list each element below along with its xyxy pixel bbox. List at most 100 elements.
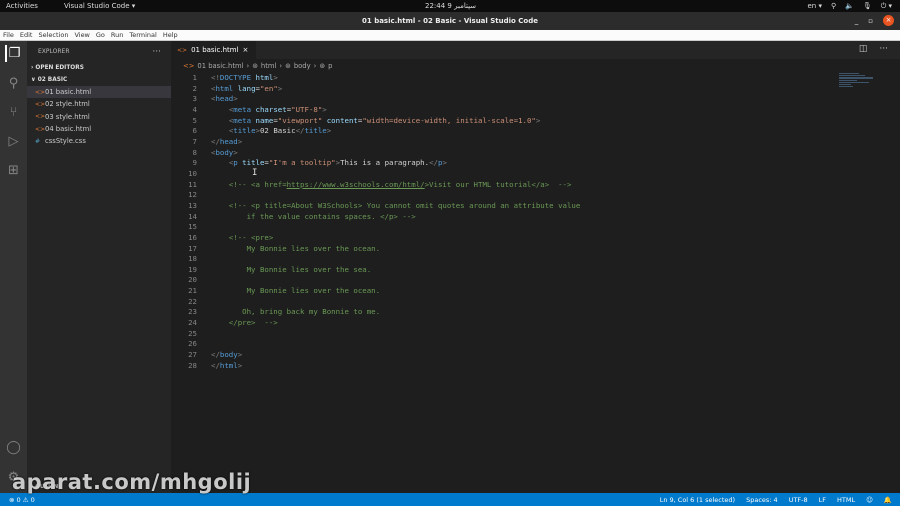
code-line[interactable]: 16 <!-- <pre> — [171, 233, 831, 244]
volume-icon[interactable]: 🔈 — [845, 2, 854, 11]
restore-button[interactable]: ▫ — [868, 17, 873, 25]
code-line[interactable]: 24 </pre> --> — [171, 318, 831, 329]
menu-run[interactable]: Run — [111, 31, 123, 39]
code-line[interactable]: 25 — [171, 329, 831, 340]
feedback-icon[interactable]: ☺ — [866, 496, 873, 504]
code-line[interactable]: 3 <head> — [171, 94, 831, 105]
code-line[interactable]: 11 <!-- <a href=https://www.w3schools.co… — [171, 180, 831, 191]
file-item[interactable]: <> 03 style.html — [27, 111, 171, 123]
code-token: > — [322, 104, 327, 114]
open-editors-section[interactable]: › OPEN EDITORS — [27, 62, 171, 74]
code-line[interactable]: 5 <meta name="viewport" content="width=d… — [171, 116, 831, 127]
code-token: > — [233, 94, 238, 104]
code-line[interactable]: 21 My Bonnie lies over the ocean. — [171, 286, 831, 297]
indentation[interactable]: Spaces: 4 — [746, 496, 778, 504]
end-of-line[interactable]: LF — [819, 496, 826, 504]
menu-go[interactable]: Go — [96, 31, 105, 39]
code-line[interactable]: 15 — [171, 222, 831, 233]
code-line[interactable]: 22 — [171, 297, 831, 308]
minimap[interactable] — [839, 73, 879, 103]
code-line[interactable]: 8 <body> — [171, 148, 831, 159]
code-line[interactable]: 13 <!-- <p title=About W3Schools> You ca… — [171, 201, 831, 212]
code-line[interactable]: 4 <meta charset="UTF-8"> — [171, 105, 831, 116]
code-line[interactable]: 27 </body> — [171, 350, 831, 361]
breadcrumb-item[interactable]: html — [261, 62, 276, 70]
code-line[interactable]: 19 My Bonnie lies over the sea. — [171, 265, 831, 276]
account-icon[interactable]: ◯ — [5, 439, 22, 456]
file-item[interactable]: <> 04 basic.html — [27, 123, 171, 135]
problems-indicator[interactable]: ⊗ 0 ⚠ 0 — [9, 496, 35, 504]
menu-terminal[interactable]: Terminal — [129, 31, 156, 39]
code-token: content — [322, 115, 358, 125]
code-token: "I'm a tooltip" — [268, 158, 336, 168]
code-line[interactable]: 26 — [171, 339, 831, 350]
power-icon[interactable]: ⏻ ▾ — [881, 2, 892, 11]
extensions-icon[interactable]: ⊞ — [5, 162, 22, 179]
menu-edit[interactable]: Edit — [20, 31, 33, 39]
encoding[interactable]: UTF-8 — [789, 496, 808, 504]
code-line[interactable]: 14 if the value contains spaces. </p> --… — [171, 212, 831, 223]
microphone-icon[interactable]: 🎙 — [863, 2, 872, 11]
breadcrumb-item[interactable]: 01 basic.html — [197, 62, 243, 70]
system-top-bar: Activities Visual Studio Code ▾ 22:44 سپ… — [0, 0, 900, 12]
breadcrumb-item[interactable]: body — [294, 62, 311, 70]
language-indicator[interactable]: en ▾ — [807, 2, 821, 11]
code-line[interactable]: 28 </html> — [171, 361, 831, 372]
explorer-icon[interactable]: ❐ — [5, 45, 22, 62]
close-window-button[interactable]: × — [883, 15, 894, 26]
editor-more-button[interactable]: ··· — [879, 44, 888, 54]
code-editor[interactable]: 1 <!DOCTYPE html> 2 <html lang="en"> 3 <head>… — [171, 73, 831, 371]
search-icon[interactable]: ⚲ — [5, 75, 22, 92]
tab-01-basic-html[interactable]: <> 01 basic.html × — [171, 41, 257, 59]
folder-section[interactable]: ∨ 02 BASIC — [27, 74, 171, 86]
notifications-bell-icon[interactable]: 🔔 — [884, 496, 892, 504]
code-token: > — [277, 83, 283, 93]
activity-bar: ❐ ⚲ ⑂ ▷ ⊞ ◯ ⚙ — [0, 41, 27, 493]
app-menu[interactable]: Visual Studio Code ▾ — [64, 2, 135, 10]
clock[interactable]: 22:44 سپتامبر 9 — [425, 2, 476, 10]
menu-help[interactable]: Help — [163, 31, 178, 39]
code-line[interactable]: 10 — [171, 169, 831, 180]
menu-file[interactable]: File — [3, 31, 14, 39]
line-text — [197, 339, 211, 350]
run-debug-icon[interactable]: ▷ — [5, 133, 22, 150]
line-text: <!DOCTYPE html> — [197, 73, 278, 84]
code-line[interactable]: 20 — [171, 275, 831, 286]
element-icon: ⊛ — [285, 62, 291, 70]
menu-view[interactable]: View — [74, 31, 89, 39]
source-control-icon[interactable]: ⑂ — [5, 104, 22, 121]
breadcrumb-item[interactable]: p — [328, 62, 332, 70]
line-text: if the value contains spaces. </p> --> — [197, 212, 416, 223]
code-line[interactable]: 23 Oh, bring back my Bonnie to me. — [171, 307, 831, 318]
network-icon[interactable]: ⚲ — [831, 2, 836, 11]
line-text: <head> — [197, 94, 238, 105]
language-mode[interactable]: HTML — [837, 496, 855, 504]
file-item[interactable]: <> 01 basic.html — [27, 86, 171, 99]
code-line[interactable]: 17 My Bonnie lies over the ocean. — [171, 244, 831, 255]
split-editor-icon[interactable]: ◫ — [859, 44, 868, 54]
code-line[interactable]: 9 <p title="I'm a tooltip">This is a par… — [171, 158, 831, 169]
line-number: 28 — [188, 360, 197, 370]
minimize-button[interactable]: _ — [855, 17, 859, 25]
activities-button[interactable]: Activities — [6, 2, 38, 10]
file-item[interactable]: # cssStyle.css — [27, 135, 171, 147]
line-number: 25 — [188, 328, 197, 338]
code-line[interactable]: 12 — [171, 190, 831, 201]
code-line[interactable]: 7 </head> — [171, 137, 831, 148]
code-line[interactable]: 2 <html lang="en"> — [171, 84, 831, 95]
cursor-position[interactable]: Ln 9, Col 6 (1 selected) — [660, 496, 735, 504]
code-line[interactable]: 6 <title>02 Basic</title> — [171, 126, 831, 137]
code-line[interactable]: 18 — [171, 254, 831, 265]
file-item[interactable]: <> 02 style.html — [27, 98, 171, 110]
more-actions-button[interactable]: ··· — [152, 47, 161, 57]
html-file-icon: <> — [177, 46, 188, 54]
line-number: 22 — [188, 296, 197, 306]
menu-selection[interactable]: Selection — [38, 31, 68, 39]
code-line[interactable]: 1 <!DOCTYPE html> — [171, 73, 831, 84]
tab-label: 01 basic.html — [191, 46, 239, 54]
tab-close-icon[interactable]: × — [243, 46, 249, 54]
code-token: if the value contains spaces. </p> --> — [211, 211, 416, 221]
tab-bar: <> 01 basic.html × ◫ ··· — [171, 41, 900, 59]
line-number: 12 — [188, 190, 197, 200]
